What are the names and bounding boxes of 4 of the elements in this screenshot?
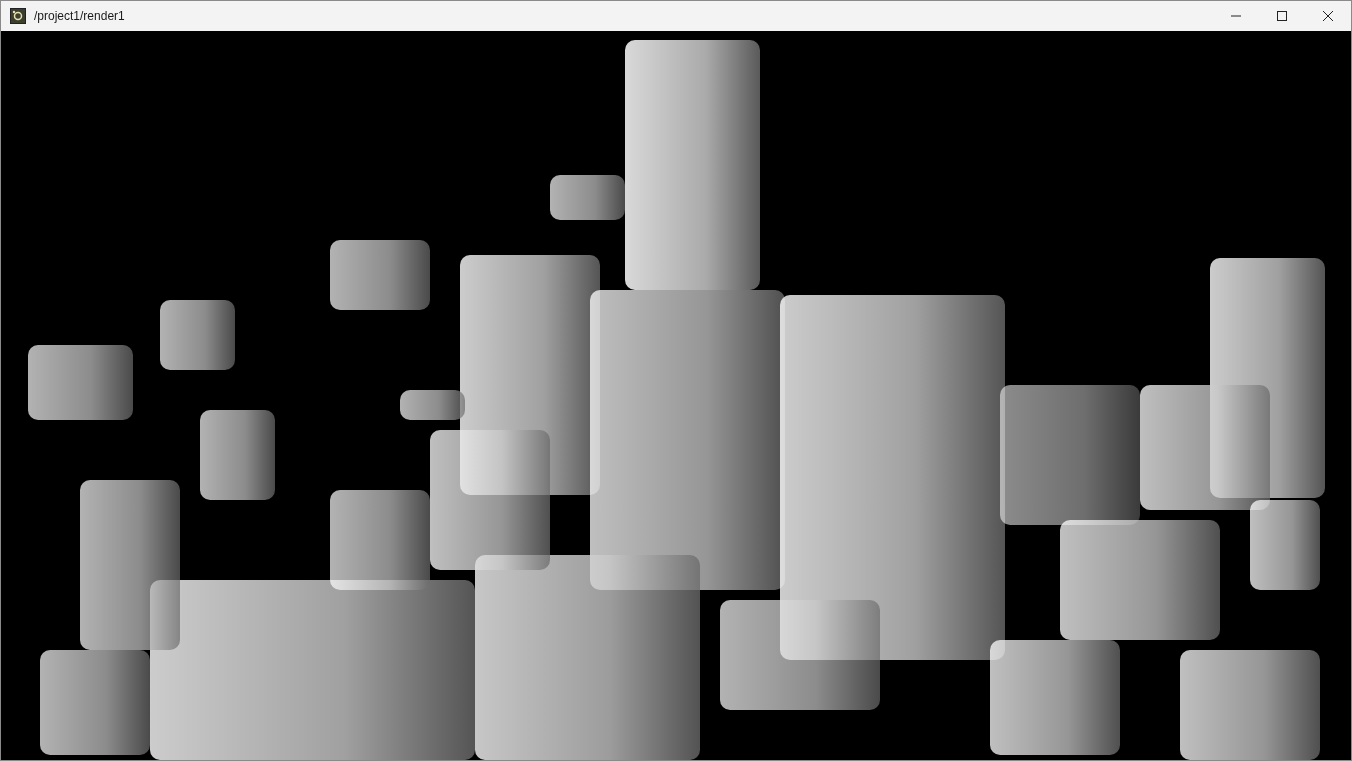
close-icon bbox=[1323, 11, 1333, 21]
app-icon bbox=[10, 8, 26, 24]
window-title: /project1/render1 bbox=[34, 9, 126, 23]
maximize-icon bbox=[1277, 11, 1287, 21]
